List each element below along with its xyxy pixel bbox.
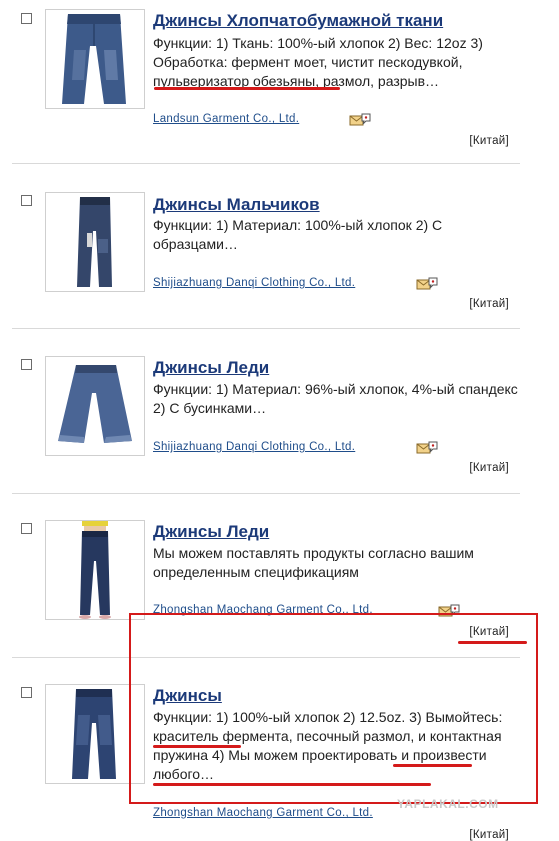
divider [12, 163, 520, 164]
company-link[interactable]: Shijiazhuang Danqi Clothing Co., Ltd. [153, 277, 355, 289]
company-link[interactable]: Shijiazhuang Danqi Clothing Co., Ltd. [153, 441, 355, 453]
country-label: [Китай] [469, 829, 509, 841]
country-label: [Китай] [469, 135, 509, 147]
contact-supplier-icon[interactable] [349, 111, 371, 127]
select-checkbox[interactable] [21, 687, 32, 698]
select-checkbox[interactable] [21, 195, 32, 206]
product-thumbnail[interactable] [45, 192, 145, 292]
product-title[interactable]: Джинсы Мальчиков [153, 195, 320, 215]
product-thumbnail[interactable] [45, 356, 145, 456]
search-results-page: Джинсы Хлопчатобумажной ткани Функции: 1… [0, 0, 559, 841]
product-title[interactable]: Джинсы Леди [153, 522, 269, 542]
watermark: YAPLAKAL.COM [397, 797, 499, 811]
contact-supplier-icon[interactable] [416, 439, 438, 455]
product-description: Функции: 1) Материал: 100%-ый хлопок 2) … [153, 217, 443, 252]
product-description: Мы можем поставлять продукты согласно ва… [153, 545, 474, 580]
product-description: Функции: 1) Материал: 96%-ый хлопок, 4%-… [153, 381, 518, 416]
product-title[interactable]: Джинсы Хлопчатобумажной ткани [153, 11, 443, 31]
jeans-image [62, 14, 126, 104]
product-title[interactable]: Джинсы Леди [153, 358, 269, 378]
product-thumbnail[interactable] [45, 9, 145, 109]
jeans-image [58, 365, 132, 443]
select-checkbox[interactable] [21, 523, 32, 534]
jeans-image [77, 197, 112, 287]
model-jeans-image [79, 521, 111, 619]
divider [12, 493, 520, 494]
country-label: [Китай] [469, 298, 509, 310]
divider [12, 328, 520, 329]
highlight-box [129, 613, 538, 804]
select-checkbox[interactable] [21, 13, 32, 24]
highlight-underline [154, 87, 340, 90]
product-thumbnail[interactable] [45, 520, 145, 620]
company-link[interactable]: Landsun Garment Co., Ltd. [153, 113, 299, 125]
product-description: Функции: 1) Ткань: 100%-ый хлопок 2) Вес… [153, 35, 483, 89]
select-checkbox[interactable] [21, 359, 32, 370]
country-label: [Китай] [469, 462, 509, 474]
contact-supplier-icon[interactable] [416, 275, 438, 291]
company-link[interactable]: Zhongshan Maochang Garment Co., Ltd. [153, 807, 373, 819]
